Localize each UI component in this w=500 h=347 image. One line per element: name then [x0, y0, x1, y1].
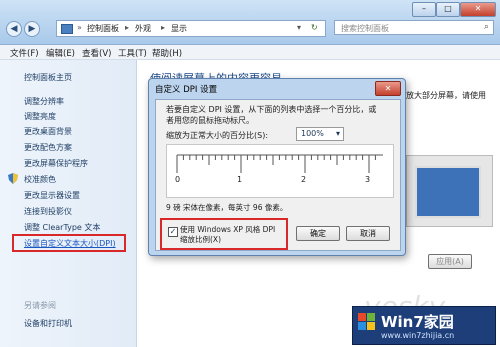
sidebar-item-screensaver[interactable]: 更改屏幕保护程序 — [24, 158, 88, 169]
dialog-body: 若要自定义 DPI 设置，从下面的列表中选择一个百分比，或者用您的鼠标拖动标尺。… — [155, 99, 401, 251]
sidebar-item-custom-dpi[interactable]: 设置自定义文本大小(DPI) — [24, 238, 116, 249]
sidebar-item-resolution[interactable]: 调整分辨率 — [24, 96, 64, 107]
ruler-label-2: 2 — [301, 175, 307, 184]
maximize-button[interactable]: □ — [436, 2, 460, 17]
scale-select[interactable]: 100% ▾ — [296, 127, 344, 141]
font-info-text: 9 磅 宋体在像素，每英寸 96 像素。 — [166, 203, 288, 212]
monitor-preview-icon — [415, 166, 481, 218]
chevron-down-icon: ▾ — [335, 129, 340, 138]
dropdown-arrow-icon[interactable]: ▾ — [297, 23, 301, 32]
site-url: www.win7zhijia.cn — [381, 331, 455, 340]
forward-arrow-icon: ▶ — [28, 24, 36, 34]
dialog-close-button[interactable]: ✕ — [375, 81, 401, 96]
menu-tools[interactable]: 工具(T) — [118, 47, 147, 59]
ok-button[interactable]: 确定 — [296, 226, 340, 241]
ruler-label-0: 0 — [175, 175, 181, 184]
search-icon: ⌕ — [484, 22, 490, 32]
back-button[interactable]: ◀ — [6, 21, 22, 37]
back-arrow-icon: ◀ — [10, 24, 18, 34]
sidebar-item-brightness[interactable]: 调整亮度 — [24, 111, 56, 122]
cancel-button[interactable]: 取消 — [346, 226, 390, 241]
ruler-ticks — [176, 154, 383, 173]
see-also-heading: 另请参阅 — [24, 301, 56, 310]
sidebar-item-projector[interactable]: 连接到投影仪 — [24, 206, 72, 217]
task-pane — [0, 60, 137, 347]
scale-value: 100% — [301, 129, 324, 138]
scale-label: 缩放为正常大小的百分比(S): — [166, 131, 269, 140]
preview-image — [406, 155, 493, 227]
apply-button[interactable]: 应用(A) — [428, 254, 472, 269]
sidebar-item-display-settings[interactable]: 更改显示器设置 — [24, 190, 80, 201]
refresh-icon[interactable]: ↻ — [311, 23, 318, 32]
menu-file[interactable]: 文件(F) — [10, 47, 39, 59]
dpi-ruler[interactable]: 0 1 2 3 — [166, 144, 394, 198]
xp-style-checkbox-label[interactable]: 使用 Windows XP 风格 DPI 缩放比例(X) — [180, 225, 284, 245]
ruler-label-3: 3 — [365, 175, 371, 184]
control-panel-icon — [61, 24, 73, 34]
dialog-title: 自定义 DPI 设置 — [155, 85, 218, 95]
windows-logo-icon — [358, 313, 376, 331]
breadcrumb-separator-icon: ▸ — [161, 23, 166, 32]
shield-icon — [8, 173, 18, 184]
forward-button[interactable]: ▶ — [24, 21, 40, 37]
dialog-description: 若要自定义 DPI 设置，从下面的列表中选择一个百分比，或者用您的鼠标拖动标尺。 — [166, 105, 377, 125]
breadcrumb-item[interactable]: 控制面板 — [87, 23, 119, 34]
breadcrumb-separator-icon: ▸ — [125, 23, 130, 32]
sidebar-item-calibrate[interactable]: 校准颜色 — [24, 174, 56, 185]
site-name: Win7家园 — [381, 313, 454, 331]
menu-edit[interactable]: 编辑(E) — [46, 47, 75, 59]
close-button[interactable]: ✕ — [460, 2, 496, 17]
search-input[interactable]: 搜索控制面板 — [334, 20, 494, 35]
magnifier-hint-text: 放大部分屏幕，请使用 — [406, 91, 486, 100]
breadcrumb-item[interactable]: 外观 — [135, 23, 151, 34]
sidebar-item-color-scheme[interactable]: 更改配色方案 — [24, 142, 72, 153]
sidebar-item-devices-printers[interactable]: 设备和打印机 — [24, 318, 72, 329]
minimize-button[interactable]: – — [412, 2, 436, 17]
win7-logo-badge: Win7家园 www.win7zhijia.cn — [352, 306, 496, 345]
sidebar-item-background[interactable]: 更改桌面背景 — [24, 126, 72, 137]
custom-dpi-dialog: 自定义 DPI 设置 ✕ 若要自定义 DPI 设置，从下面的列表中选择一个百分比… — [148, 78, 406, 256]
ruler-label-1: 1 — [237, 175, 243, 184]
breadcrumb-separator-icon: » — [77, 23, 82, 32]
menu-help[interactable]: 帮助(H) — [152, 47, 182, 59]
checkmark-icon: ✓ — [169, 227, 177, 236]
menu-view[interactable]: 查看(V) — [82, 47, 111, 59]
control-panel-home-link[interactable]: 控制面板主页 — [24, 72, 72, 83]
breadcrumb-item[interactable]: 显示 — [171, 23, 187, 34]
xp-style-checkbox[interactable]: ✓ — [168, 227, 178, 237]
address-bar[interactable]: » 控制面板 ▸ 外观 ▸ 显示 ▾ ↻ — [56, 20, 326, 37]
sidebar-item-cleartype[interactable]: 调整 ClearType 文本 — [24, 222, 100, 233]
